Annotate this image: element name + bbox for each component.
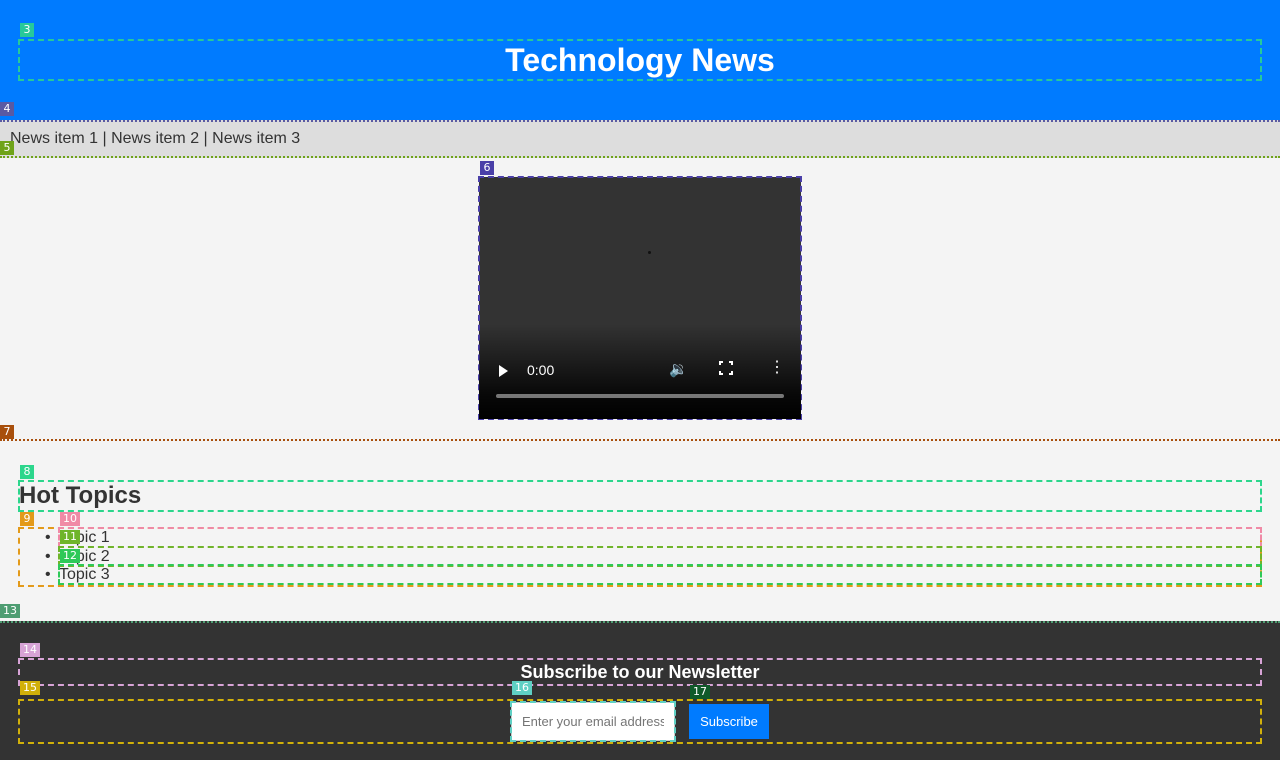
more-options-icon[interactable]: ⋮ (769, 359, 785, 377)
video-section: 0:00 🔉 ⋮ (0, 158, 1280, 441)
video-progress-bar[interactable] (496, 394, 784, 398)
fullscreen-icon[interactable] (719, 361, 733, 375)
page-title: Technology News (18, 39, 1262, 81)
list-item: Topic 3 (45, 564, 1262, 585)
newsletter-heading: Subscribe to our Newsletter (18, 658, 1262, 686)
video-player[interactable]: 0:00 🔉 ⋮ (478, 176, 802, 420)
list-item: Topic 1 (45, 527, 1262, 548)
hot-topics-section: Hot Topics Topic 1 Topic 2 Topic 3 (0, 441, 1280, 621)
play-icon[interactable] (499, 365, 508, 377)
video-time: 0:00 (527, 362, 555, 378)
email-field[interactable] (510, 701, 676, 742)
news-ticker: News item 1 | News item 2 | News item 3 (0, 120, 1280, 158)
hot-topics-heading: Hot Topics (18, 480, 1262, 512)
site-footer: Subscribe to our Newsletter Subscribe (0, 621, 1280, 760)
subscribe-button[interactable]: Subscribe (689, 704, 769, 739)
hot-topics-list: Topic 1 Topic 2 Topic 3 (18, 527, 1262, 587)
list-item: Topic 2 (45, 546, 1262, 567)
volume-icon[interactable]: 🔉 (669, 361, 688, 379)
site-header: Technology News (0, 0, 1280, 120)
video-center-dot (648, 251, 651, 254)
newsletter-form: Subscribe (18, 699, 1262, 744)
